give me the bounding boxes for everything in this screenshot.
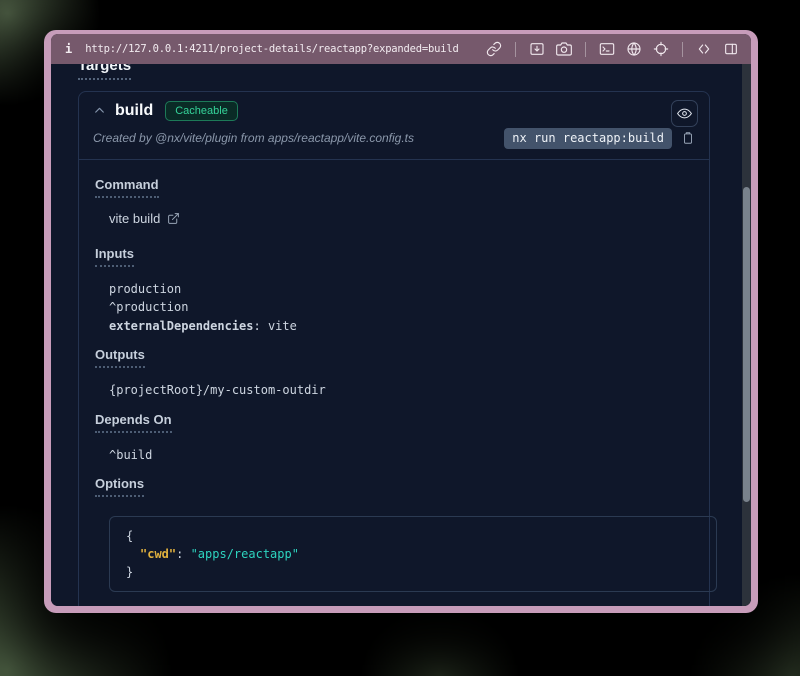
input-item: externalDependencies: vite — [109, 317, 693, 336]
options-json-box: { "cwd": "apps/reactapp" } — [109, 516, 717, 592]
run-command-group: nx run reactapp:build — [504, 128, 695, 149]
input-item: ^production — [109, 298, 693, 317]
input-item: production — [109, 280, 693, 299]
view-build-button[interactable] — [671, 100, 698, 127]
command-row: vite build — [95, 211, 693, 226]
input-kv-key: externalDependencies — [109, 319, 254, 333]
browser-toolbar: i http://127.0.0.1:4211/project-details/… — [51, 34, 751, 64]
scrollbar-thumb[interactable] — [743, 187, 750, 502]
depends-on-item: ^build — [109, 446, 693, 465]
inputs-list: production ^production externalDependenc… — [95, 280, 693, 336]
json-close-brace: } — [126, 563, 700, 581]
outputs-section-label: Outputs — [95, 347, 145, 368]
run-command-pill[interactable]: nx run reactapp:build — [504, 128, 672, 149]
link-icon[interactable] — [486, 41, 502, 57]
command-value[interactable]: vite build — [109, 211, 160, 226]
targets-heading: Targets — [78, 64, 131, 80]
json-value: "apps/reactapp" — [191, 547, 299, 561]
depends-on-section-label: Depends On — [95, 412, 172, 433]
build-card-header[interactable]: build Cacheable Created by @nx/vite/plug… — [79, 92, 709, 160]
toolbar-separator — [585, 42, 586, 57]
save-frame-icon[interactable] — [529, 41, 545, 57]
split-view-icon[interactable] — [723, 41, 739, 57]
build-header-row: build Cacheable — [93, 101, 695, 121]
json-key: "cwd" — [140, 547, 176, 561]
build-header-subrow: Created by @nx/vite/plugin from apps/rea… — [93, 128, 695, 149]
toolbar-actions — [486, 41, 739, 57]
cacheable-badge: Cacheable — [165, 101, 238, 121]
page-content: Targets build Cacheable — [51, 64, 751, 606]
toolbar-separator — [515, 42, 516, 57]
options-section-label: Options — [95, 476, 144, 497]
build-target-name: build — [115, 102, 153, 120]
input-kv-value: : vite — [254, 319, 297, 333]
json-kv-line: "cwd": "apps/reactapp" — [126, 545, 700, 563]
json-colon: : — [176, 547, 190, 561]
camera-icon[interactable] — [556, 41, 572, 57]
terminal-icon[interactable] — [599, 41, 615, 57]
browser-window-inner: i http://127.0.0.1:4211/project-details/… — [51, 34, 751, 606]
outputs-list: {projectRoot}/my-custom-outdir — [95, 381, 693, 400]
target-card-build: build Cacheable Created by @nx/vite/plug… — [78, 91, 710, 606]
globe-icon[interactable] — [626, 41, 642, 57]
build-card-body: Command vite build Inputs produc — [79, 160, 709, 607]
depends-on-list: ^build — [95, 446, 693, 465]
project-details-page: Targets build Cacheable — [51, 64, 751, 606]
address-url[interactable]: http://127.0.0.1:4211/project-details/re… — [85, 43, 458, 55]
inputs-section-label: Inputs — [95, 246, 134, 267]
copy-icon[interactable] — [681, 130, 695, 146]
scrollbar-track[interactable] — [742, 64, 751, 606]
code-icon[interactable] — [696, 41, 712, 57]
browser-window: i http://127.0.0.1:4211/project-details/… — [44, 30, 758, 613]
info-icon: i — [65, 42, 72, 56]
eye-icon — [677, 106, 692, 121]
command-section-label: Command — [95, 177, 159, 198]
external-link-icon[interactable] — [167, 212, 180, 225]
json-open-brace: { — [126, 527, 700, 545]
created-by-text: Created by @nx/vite/plugin from apps/rea… — [93, 131, 414, 145]
output-item: {projectRoot}/my-custom-outdir — [109, 381, 693, 400]
toolbar-separator — [682, 42, 683, 57]
chevron-up-icon[interactable] — [93, 104, 106, 117]
crosshair-icon[interactable] — [653, 41, 669, 57]
